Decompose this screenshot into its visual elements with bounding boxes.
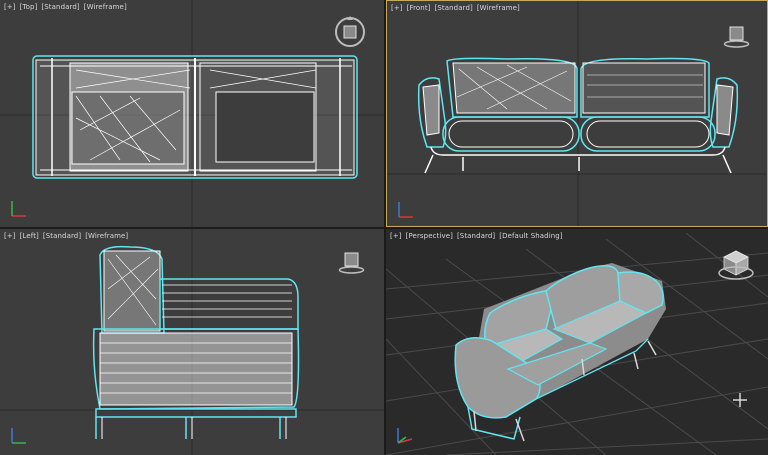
viewport-perspective[interactable]: [+] [Perspective] [Standard] [Default Shadi… — [386, 229, 768, 455]
shading-mode-button[interactable]: [Standard] — [41, 3, 79, 11]
viewport-menu-button[interactable]: [+] — [391, 4, 403, 12]
viewport-front-label: [+] [Front] [Standard] [Wireframe] — [391, 4, 520, 12]
shading-mode-button[interactable]: [Standard] — [457, 232, 495, 240]
pan-crosshair-icon[interactable] — [732, 392, 748, 408]
view-cube-icon[interactable] — [721, 21, 751, 51]
view-cube-icon[interactable] — [333, 15, 367, 49]
axis-tripod-icon — [397, 428, 413, 444]
view-type-button[interactable]: [Front] — [407, 4, 431, 12]
left-view-canvas — [0, 229, 384, 455]
sofa-wireframe-top[interactable] — [32, 55, 358, 179]
view-type-button[interactable]: [Left] — [20, 232, 39, 240]
axis-tripod-icon — [11, 428, 26, 444]
front-view-canvas — [387, 1, 767, 226]
axis-tripod-icon — [11, 201, 26, 217]
view-type-button[interactable]: [Perspective] — [406, 232, 453, 240]
viewport-top[interactable]: [+] [Top] [Standard] [Wireframe] — [0, 0, 384, 227]
shading-mode-button[interactable]: [Standard] — [43, 232, 81, 240]
viewport-grid: [+] [Top] [Standard] [Wireframe] [+] [Fr… — [0, 0, 768, 455]
view-type-button[interactable]: [Top] — [20, 3, 38, 11]
viewport-perspective-label: [+] [Perspective] [Standard] [Default Shadi… — [390, 232, 563, 240]
axis-tripod-icon — [398, 202, 413, 218]
viewport-left-label: [+] [Left] [Standard] [Wireframe] — [4, 232, 128, 240]
viewport-top-label: [+] [Top] [Standard] [Wireframe] — [4, 3, 127, 11]
display-mode-button[interactable]: [Wireframe] — [85, 232, 128, 240]
viewport-menu-button[interactable]: [+] — [4, 3, 16, 11]
viewport-menu-button[interactable]: [+] — [390, 232, 402, 240]
perspective-view-canvas — [386, 232, 768, 455]
display-mode-button[interactable]: [Wireframe] — [477, 4, 520, 12]
viewport-left[interactable]: [+] [Left] [Standard] [Wireframe] — [0, 229, 384, 455]
display-mode-button[interactable]: [Wireframe] — [84, 3, 127, 11]
view-cube-icon[interactable] — [336, 247, 366, 277]
viewport-menu-button[interactable]: [+] — [4, 232, 16, 240]
top-view-canvas — [0, 0, 384, 227]
viewport-front[interactable]: [+] [Front] [Standard] [Wireframe] — [386, 0, 768, 227]
view-cube-icon[interactable] — [716, 249, 756, 285]
display-mode-button[interactable]: [Default Shading] — [499, 232, 562, 240]
sofa-shaded-perspective[interactable] — [454, 263, 666, 442]
shading-mode-button[interactable]: [Standard] — [435, 4, 473, 12]
